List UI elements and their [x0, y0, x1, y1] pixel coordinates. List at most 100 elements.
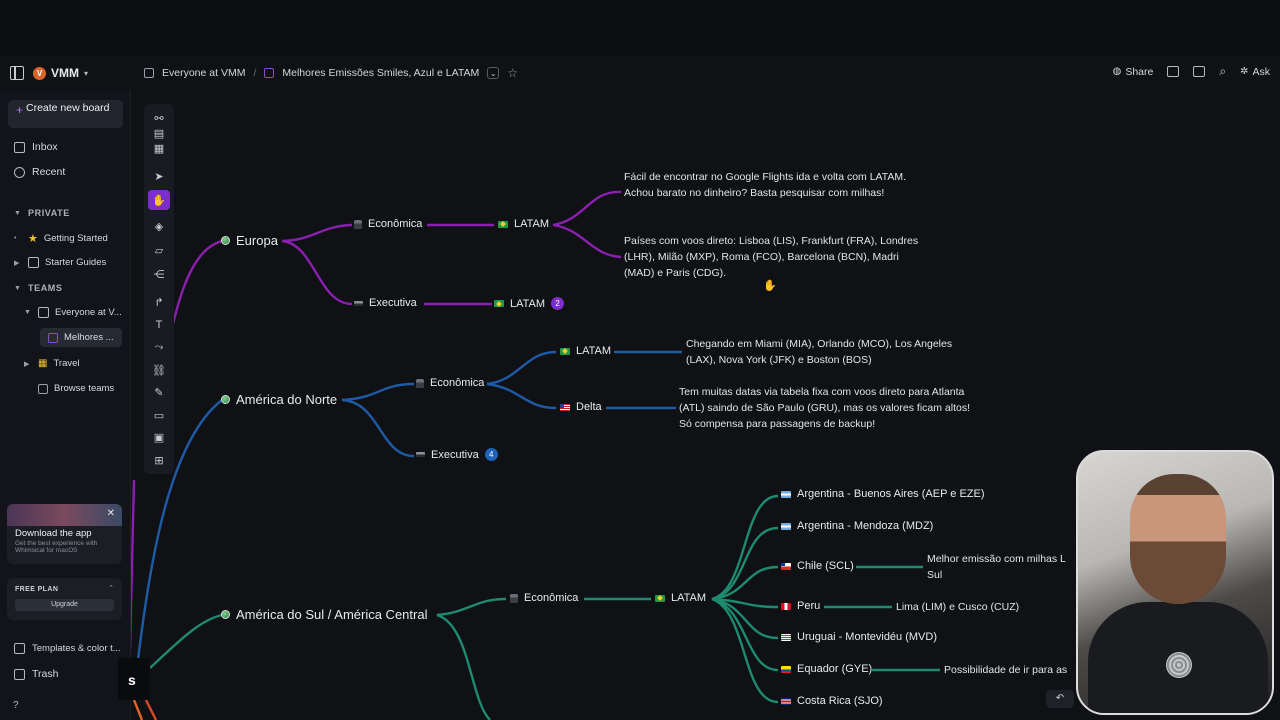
recent-label: Recent	[32, 166, 66, 178]
close-icon[interactable]: ✕	[107, 508, 115, 519]
board-menu-chevron-icon[interactable]: ⌄	[487, 67, 500, 79]
connector	[552, 190, 622, 227]
sidebar-item-starter-guides[interactable]: ▶ Starter Guides	[14, 257, 106, 268]
sidebar-item-getting-started[interactable]: • ★ Getting Started	[14, 232, 108, 245]
table-icon[interactable]: ▤	[151, 125, 167, 141]
node-destination[interactable]: Chile (SCL)	[781, 560, 854, 572]
sidebar-item-trash[interactable]: Trash	[14, 668, 58, 680]
sidebar-item-browse-teams[interactable]: Browse teams	[38, 383, 114, 394]
sidebar-toggle-icon[interactable]	[10, 66, 24, 80]
connector-icon[interactable]: ⤳	[151, 339, 167, 355]
section-private[interactable]: ▼ PRIVATE	[14, 208, 70, 218]
partial-node[interactable]: s	[118, 658, 150, 700]
node-europa-economica[interactable]: Econômica	[354, 218, 422, 230]
note-europa-1[interactable]: Fácil de encontrar no Google Flights ida…	[624, 169, 924, 201]
sidebar-item-team[interactable]: ▼ Everyone at V...	[24, 307, 122, 318]
upgrade-button[interactable]: Upgrade	[15, 599, 114, 611]
node-america-do-norte[interactable]: América do Norte	[221, 392, 337, 407]
text-icon[interactable]: T	[151, 317, 167, 333]
node-label: Chile (SCL)	[797, 560, 854, 572]
node-label: Econômica	[430, 377, 485, 389]
node-sul-economica[interactable]: Econômica	[510, 592, 578, 604]
node-destination[interactable]: Peru	[781, 600, 820, 612]
hand-cursor-icon: ✋	[763, 280, 777, 292]
node-europa[interactable]: Europa	[221, 233, 278, 248]
connector	[281, 239, 353, 306]
node-europa-latam[interactable]: LATAM	[498, 218, 549, 230]
templates-icon	[14, 643, 25, 654]
chevron-up-icon[interactable]: ⌃	[108, 584, 114, 592]
collapsed-count-badge[interactable]: 4	[484, 448, 498, 461]
node-destination[interactable]: Uruguai - Montevidéu (MVD)	[781, 631, 937, 643]
present-icon[interactable]	[1167, 66, 1180, 77]
note-norte-latam[interactable]: Chegando em Miami (MIA), Orlando (MCO), …	[686, 336, 976, 368]
node-label: LATAM	[510, 297, 546, 310]
node-norte-economica[interactable]: Econômica	[416, 377, 484, 389]
add-icon[interactable]: ⊞	[151, 452, 167, 468]
create-board-button[interactable]: + Create new board	[8, 100, 123, 128]
breadcrumb-team[interactable]: Everyone at VMM	[162, 67, 245, 79]
node-norte-executiva[interactable]: Executiva 4	[416, 448, 498, 461]
node-america-do-sul[interactable]: América do Sul / América Central	[221, 607, 427, 622]
note-chile[interactable]: Melhor emissão com milhas L Sul	[927, 551, 1077, 583]
connector	[552, 223, 622, 259]
seat-icon	[416, 378, 424, 388]
mindmap-branch-icon[interactable]: ⋲	[151, 266, 167, 282]
star-icon[interactable]: ☆	[507, 66, 518, 80]
sidebar-item-recent[interactable]: Recent	[14, 166, 65, 178]
node-label: Delta	[576, 401, 602, 413]
sidebar-item-travel[interactable]: ▶ ▦ Travel	[24, 358, 80, 369]
browse-teams-label: Browse teams	[54, 383, 115, 394]
share-button[interactable]: ◍ Share	[1113, 66, 1154, 78]
shapes-icon[interactable]: ◈	[151, 218, 167, 234]
webcam-overlay	[1076, 450, 1274, 715]
comments-icon[interactable]	[1193, 66, 1206, 77]
active-board-label: Melhores ...	[64, 332, 114, 343]
node-norte-latam[interactable]: LATAM	[560, 345, 611, 357]
breadcrumb-board[interactable]: Melhores Emissões Smiles, Azul e LATAM	[282, 67, 479, 79]
node-destination[interactable]: Costa Rica (SJO)	[781, 695, 883, 707]
ask-button[interactable]: ✲ Ask	[1240, 66, 1270, 78]
select-cursor-icon[interactable]: ➤	[151, 168, 167, 184]
seat-icon	[510, 593, 518, 603]
collapsed-count-badge[interactable]: 2	[551, 297, 565, 310]
sticky-note-icon[interactable]: ▱	[151, 242, 167, 258]
link-icon[interactable]: ⛓	[151, 362, 167, 378]
team-icon	[38, 307, 49, 318]
seat-icon	[354, 219, 362, 229]
node-destination[interactable]: Argentina - Buenos Aires (AEP e EZE)	[781, 488, 985, 500]
arrow-icon[interactable]: ↱	[151, 294, 167, 310]
mindmap-icon[interactable]: ⚯	[151, 110, 167, 126]
template-icon[interactable]: ▣	[151, 429, 167, 445]
sidebar-item-inbox[interactable]: Inbox	[14, 141, 58, 153]
sidebar-item-templates[interactable]: Templates & color t...	[14, 643, 121, 654]
note-peru[interactable]: Lima (LIM) e Cusco (CUZ)	[896, 599, 1019, 615]
plus-icon: +	[16, 103, 24, 117]
node-destination[interactable]: Argentina - Mendoza (MDZ)	[781, 520, 933, 532]
help-button[interactable]: ?	[13, 700, 19, 711]
connector	[281, 223, 353, 243]
grid-icon[interactable]: ▦	[151, 140, 167, 156]
download-app-card[interactable]: ✕ Download the app Get the best experien…	[7, 504, 122, 564]
node-europa-executiva-latam[interactable]: LATAM 2	[494, 297, 565, 310]
note-norte-delta[interactable]: Tem muitas datas via tabela fixa com voo…	[679, 384, 974, 432]
search-icon[interactable]: ⌕	[1219, 64, 1226, 79]
sidebar: + Create new board Inbox Recent ▼ PRIVAT…	[0, 90, 131, 720]
frame-icon[interactable]: ▭	[151, 407, 167, 423]
note-europa-2[interactable]: Países com voos direto: Lisboa (LIS), Fr…	[624, 233, 924, 281]
sidebar-item-active-board[interactable]: Melhores ...	[40, 328, 122, 347]
workspace-switcher[interactable]: V VMM ▾	[33, 66, 88, 80]
undo-icon[interactable]: ↶	[1046, 690, 1074, 708]
note-equador[interactable]: Possibilidade de ir para as	[944, 662, 1076, 678]
node-norte-delta[interactable]: Delta	[560, 401, 602, 413]
section-teams[interactable]: ▼ TEAMS	[14, 283, 63, 293]
globe-icon	[221, 395, 230, 404]
node-europa-executiva[interactable]: Executiva	[354, 297, 417, 309]
teams-label: TEAMS	[28, 283, 63, 293]
node-sul-latam[interactable]: LATAM	[655, 592, 706, 604]
plan-label: FREE PLAN	[15, 586, 59, 593]
pen-icon[interactable]: ✎	[151, 384, 167, 400]
node-destination[interactable]: Equador (GYE)	[781, 663, 872, 675]
caret-down-icon: ▼	[14, 209, 22, 217]
hand-icon[interactable]: ✋	[148, 190, 170, 210]
